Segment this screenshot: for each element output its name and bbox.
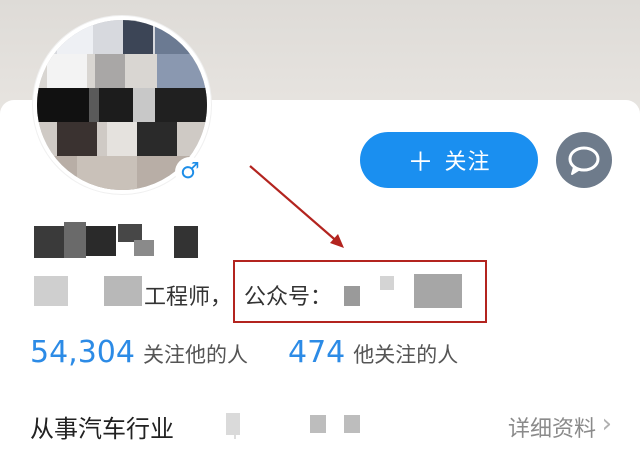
annotation-arrow bbox=[249, 165, 344, 248]
detail-link[interactable]: 详细资料 bbox=[508, 411, 596, 443]
stats-row: 54,304 关注他的人 474 他关注的人 bbox=[30, 335, 498, 370]
profile-screen: ♂ ＋ 关注 工程师， 公众号： 54,304 关注他的人 474 他关注的人 bbox=[0, 0, 640, 463]
chevron-right-icon[interactable]: › bbox=[602, 409, 612, 439]
followers-label[interactable]: 关注他的人 bbox=[143, 339, 248, 369]
industry-row[interactable]: 从事汽车行业 详细资料 › bbox=[30, 405, 620, 445]
industry-detail-blurred bbox=[344, 415, 360, 433]
following-label[interactable]: 他关注的人 bbox=[353, 339, 458, 369]
following-count[interactable]: 474 bbox=[288, 335, 345, 370]
followers-count[interactable]: 54,304 bbox=[30, 335, 135, 370]
industry-detail-blurred bbox=[310, 415, 326, 433]
industry-detail-blurred bbox=[226, 413, 240, 435]
industry-label: 从事汽车行业 bbox=[30, 415, 174, 443]
